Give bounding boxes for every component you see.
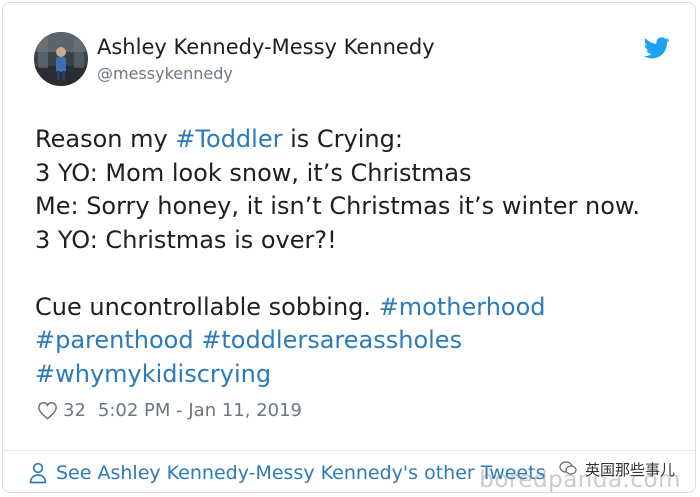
watermark-cn: 英国那些事儿 bbox=[584, 461, 675, 479]
hashtag-link[interactable]: #Toddler bbox=[175, 125, 282, 153]
tweet-text-segment: 3 YO: Christmas is over?! bbox=[35, 225, 337, 254]
author-handle[interactable]: @messykennedy bbox=[97, 63, 435, 85]
author-block[interactable]: Ashley Kennedy-Messy Kennedy @messykenne… bbox=[97, 34, 435, 85]
other-tweets-link[interactable]: See Ashley Kennedy-Messy Kennedy's other… bbox=[28, 462, 545, 484]
tweet-line: 3 YO: Mom look snow, it’s Christmas bbox=[35, 157, 675, 191]
tweet-line bbox=[35, 257, 675, 291]
hashtag-link[interactable]: #parenthood bbox=[35, 326, 194, 354]
author-name[interactable]: Ashley Kennedy-Messy Kennedy bbox=[97, 34, 435, 60]
twitter-bird-icon[interactable] bbox=[643, 37, 670, 59]
avatar[interactable] bbox=[34, 32, 88, 86]
tweet-line: Cue uncontrollable sobbing. #motherhood bbox=[35, 291, 675, 325]
tweet-text-segment: 3 YO: Mom look snow, it’s Christmas bbox=[35, 158, 472, 187]
tweet-card: Ashley Kennedy-Messy Kennedy @messykenne… bbox=[2, 2, 696, 493]
tweet-text: Reason my #Toddler is Crying: 3 YO: Mom l… bbox=[35, 123, 675, 391]
tweet-line: Me: Sorry honey, it isn’t Christmas it’s… bbox=[35, 190, 675, 224]
hashtag-link[interactable]: #toddlersareassholes bbox=[201, 326, 462, 354]
watermark: boredpanda.com 英国那些事儿 bbox=[479, 454, 695, 494]
tweet-line: #whymykidiscrying bbox=[35, 358, 675, 392]
tweet-meta: 32 5:02 PM - Jan 11, 2019 bbox=[37, 400, 302, 421]
divider bbox=[3, 450, 695, 451]
tweet-line: #parenthood #toddlersareassholes bbox=[35, 324, 675, 358]
like-count[interactable]: 32 bbox=[63, 400, 86, 421]
heart-icon[interactable] bbox=[37, 401, 58, 420]
hashtag-link[interactable]: #whymykidiscrying bbox=[35, 360, 271, 388]
tweet-text-segment: is Crying: bbox=[282, 125, 403, 153]
hashtag-link[interactable]: #motherhood bbox=[379, 293, 546, 321]
person-icon bbox=[29, 462, 47, 484]
tweet-line: 3 YO: Christmas is over?! bbox=[35, 224, 675, 258]
tweet-text-segment: Cue uncontrollable sobbing. bbox=[35, 292, 379, 321]
tweet-line: Reason my #Toddler is Crying: bbox=[35, 123, 675, 157]
wechat-logo-icon bbox=[559, 461, 577, 475]
other-tweets-label[interactable]: See Ashley Kennedy-Messy Kennedy's other… bbox=[56, 462, 545, 484]
timestamp[interactable]: 5:02 PM - Jan 11, 2019 bbox=[98, 400, 302, 421]
tweet-text-segment: Reason my bbox=[35, 125, 176, 153]
tweet-text-segment: Me: Sorry honey, it isn’t Christmas it’s… bbox=[35, 192, 640, 220]
